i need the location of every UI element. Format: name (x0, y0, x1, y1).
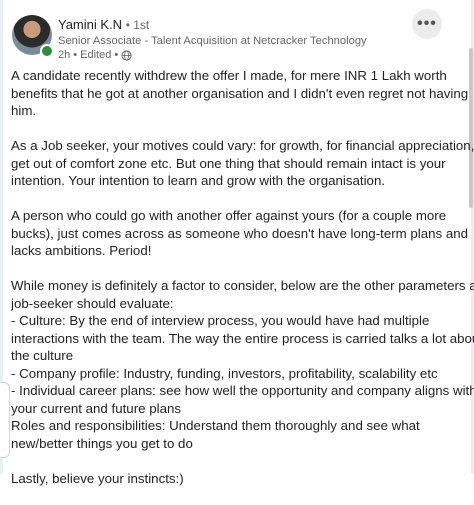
globe-icon (121, 49, 132, 61)
post-text-line: - Company profile: Industry, funding, in… (11, 365, 438, 381)
post-body: A candidate recently withdrew the offer … (11, 67, 474, 505)
connection-degree: • 1st (125, 18, 150, 32)
scrollbar-thumb[interactable] (469, 48, 473, 208)
post-text-line: job-seeker should evaluate: (11, 295, 174, 311)
online-status-dot (40, 44, 54, 58)
post-text-line: A person who could go with another offer… (11, 208, 447, 223)
post-text-line: Roles and responsibilities: Understand t… (11, 418, 420, 433)
post-text-line: As a Job seeker, your motives could vary… (11, 138, 474, 153)
post-text-line: A candidate recently withdrew the offer … (11, 68, 447, 83)
post-text-line: new/better things you get to do (11, 435, 193, 451)
post-meta: 2h • Edited • (58, 49, 132, 61)
author-line: Yamini K.N • 1st (58, 17, 149, 32)
author-headline: Senior Associate - Talent Acquisition at… (58, 35, 367, 47)
post-text-line: - Individual career plans: see how well … (11, 383, 474, 398)
post-text-line: intention. Your intention to learn and g… (11, 173, 386, 188)
post-paragraph: While money is definitely a factor to co… (11, 277, 474, 452)
post-time: 2h (58, 49, 71, 61)
more-options-button[interactable]: ••• (412, 9, 442, 39)
post-text-line: Lastly, believe your instincts:) (11, 470, 184, 486)
post-text-line: him. (11, 103, 37, 118)
side-panel-tab[interactable] (0, 382, 10, 458)
post-paragraph: Lastly, believe your instincts:) (11, 470, 466, 488)
post-text-line: get out of comfort zone etc. But one thi… (11, 155, 446, 171)
post-text-line: bucks), just comes across as someone who… (11, 225, 469, 241)
post-paragraph: As a Job seeker, your motives could vary… (11, 137, 474, 190)
post-paragraph: A candidate recently withdrew the offer … (11, 67, 469, 120)
post-text-line: lacks ambitions. Period! (11, 243, 152, 258)
more-options-icon: ••• (417, 15, 437, 32)
post-text-line: - Culture: By the end of interview proce… (11, 313, 430, 328)
edited-label: • Edited • (73, 49, 119, 61)
post-text-line: your current and future plans (11, 400, 182, 416)
author-name[interactable]: Yamini K.N (58, 17, 122, 32)
post-paragraph: A person who could go with another offer… (11, 207, 469, 260)
post-text-line: the culture (11, 348, 74, 363)
post-text-line: benefits that he got at another organisa… (11, 85, 469, 101)
post-text-line: While money is definitely a factor to co… (11, 278, 474, 293)
post-text-line: interactions with the team. The way the … (11, 330, 474, 346)
